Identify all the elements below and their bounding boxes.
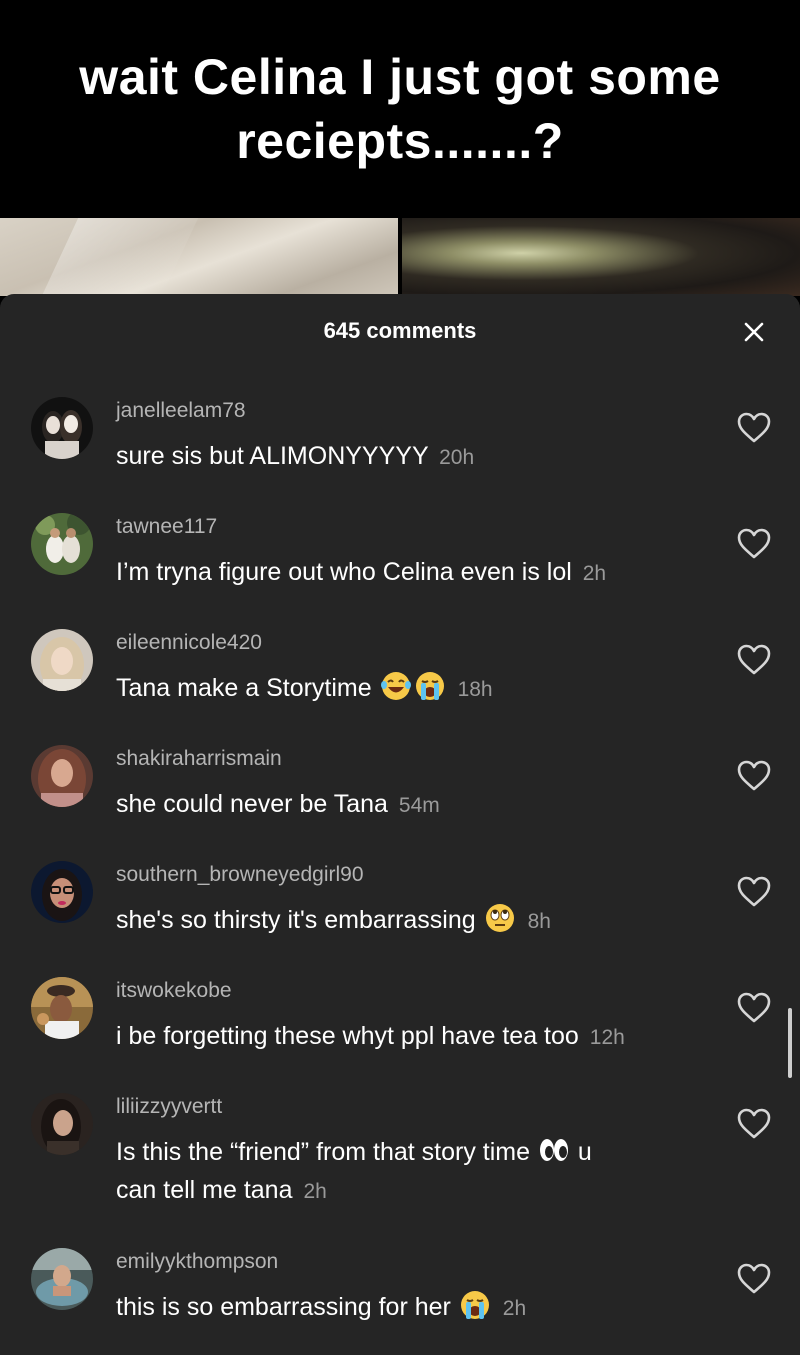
comment-body: Tana make a Storytime [116, 674, 372, 702]
comment-timestamp: 2h [502, 1297, 527, 1320]
laughing-tears-emoji [380, 672, 411, 700]
close-icon[interactable] [742, 320, 766, 344]
video-frame-right[interactable] [402, 218, 800, 296]
heart-icon[interactable] [736, 759, 772, 792]
comments-sheet: 645 comments janelleelam78 sure sis but … [0, 294, 800, 1355]
comment-username[interactable]: southern_browneyedgirl90 [116, 863, 364, 887]
comment-username[interactable]: eileennicole420 [116, 631, 262, 655]
video-caption: wait Celina I just got some reciepts....… [79, 49, 721, 169]
comment-body: i be forgetting these whyt ppl have tea … [116, 1022, 579, 1050]
comment-username[interactable]: itswokekobe [116, 979, 232, 1003]
comment-body: Is this the “friend” from that story tim… [116, 1138, 531, 1166]
comment-text: i be forgetting these whyt ppl have tea … [116, 1017, 716, 1057]
comment-text: I’m tryna figure out who Celina even is … [116, 553, 716, 593]
avatar[interactable] [31, 861, 93, 923]
comment-body: sure sis but ALIMONYYYYY [116, 442, 429, 470]
comment-body: she could never be Tana [116, 790, 388, 818]
comment-username[interactable]: janelleelam78 [116, 399, 246, 423]
heart-icon[interactable] [736, 1107, 772, 1140]
comment-timestamp: 54m [398, 794, 440, 817]
avatar[interactable] [31, 977, 93, 1039]
heart-icon[interactable] [736, 643, 772, 676]
heart-icon[interactable] [736, 991, 772, 1024]
comment-text: she's so thirsty it's embarrassing 8h [116, 901, 716, 941]
comment-body-continuation: u [577, 1138, 592, 1166]
comment-timestamp: 12h [589, 1026, 625, 1049]
comment-username[interactable]: tawnee117 [116, 515, 217, 539]
avatar[interactable] [31, 1248, 93, 1310]
comment-timestamp: 2h [582, 562, 607, 585]
comment-text: sure sis but ALIMONYYYYY 20h [116, 437, 716, 477]
avatar[interactable] [31, 397, 93, 459]
comment-timestamp: 20h [439, 446, 475, 469]
avatar[interactable] [31, 629, 93, 691]
comment-body: this is so embarrassing for her [116, 1293, 451, 1321]
comment-timestamp: 18h [457, 678, 493, 701]
comment-text: Is this the “friend” from that story tim… [116, 1133, 716, 1211]
avatar[interactable] [31, 513, 93, 575]
eyes-emoji [539, 1139, 568, 1161]
comment-text: this is so embarrassing for her 2h [116, 1288, 716, 1328]
crying-emoji [460, 1291, 489, 1319]
comments-count-title: 645 comments [323, 318, 477, 343]
comment-username[interactable]: emilyykthompson [116, 1250, 278, 1274]
comment-body-line2: can tell me tana [116, 1176, 293, 1204]
eye-roll-emoji [485, 904, 514, 932]
comment-text: Tana make a Storytime 18h [116, 669, 716, 709]
avatar[interactable] [31, 745, 93, 807]
video-caption-area: wait Celina I just got some reciepts....… [0, 0, 800, 218]
comment-username[interactable]: shakiraharrismain [116, 747, 282, 771]
comment-body: I’m tryna figure out who Celina even is … [116, 558, 572, 586]
heart-icon[interactable] [736, 1262, 772, 1295]
heart-icon[interactable] [736, 527, 772, 560]
comment-timestamp: 8h [527, 910, 551, 933]
video-frame-left[interactable] [0, 218, 398, 296]
comment-timestamp: 2h [303, 1180, 327, 1203]
scrollbar[interactable] [788, 1008, 792, 1078]
crying-emoji [415, 672, 444, 700]
comment-body: she's so thirsty it's embarrassing [116, 906, 476, 934]
avatar[interactable] [31, 1093, 93, 1155]
heart-icon[interactable] [736, 875, 772, 908]
comment-text: she could never be Tana 54m [116, 785, 716, 825]
comment-username[interactable]: liliizzyyvertt [116, 1095, 222, 1119]
heart-icon[interactable] [736, 411, 772, 444]
